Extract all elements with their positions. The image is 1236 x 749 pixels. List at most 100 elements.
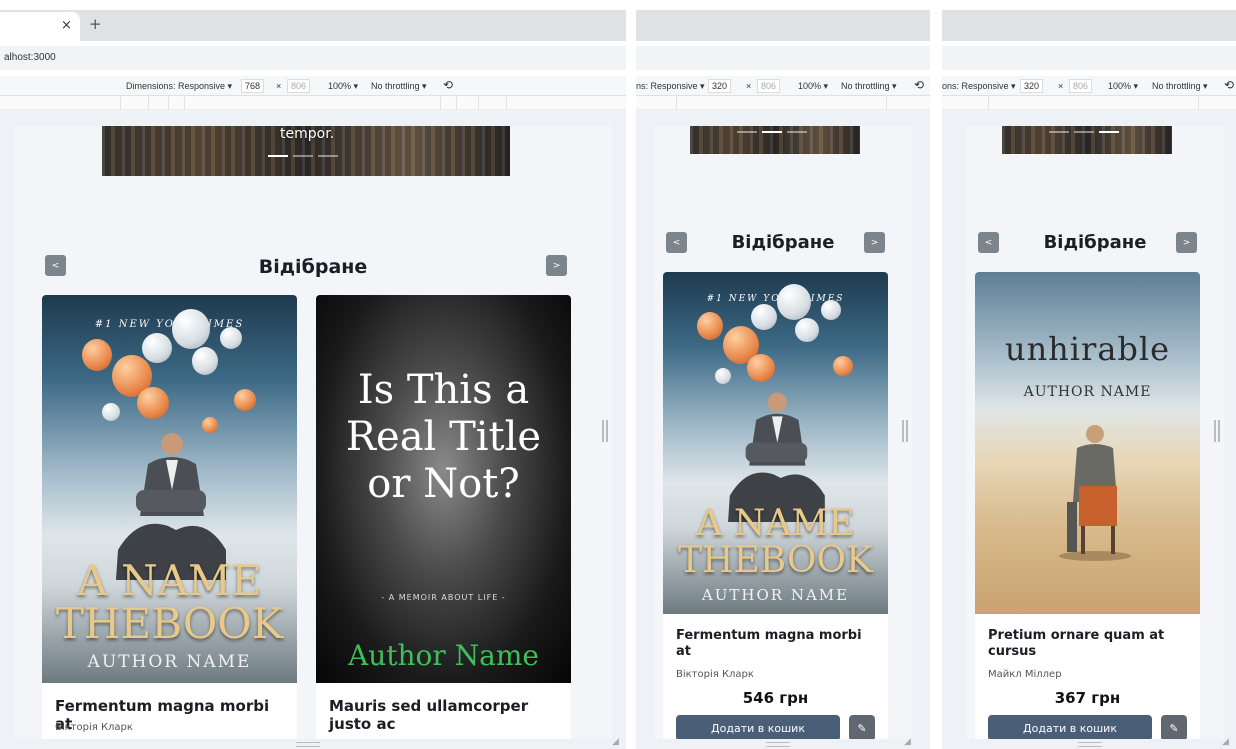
height-input[interactable]: 806	[757, 79, 781, 93]
book-card[interactable]: #1 NEW YORK TIMES A NAME THEBOOK AUTHOR …	[42, 295, 297, 739]
book-card[interactable]: Is This a Real Title or Not? - A MEMOIR …	[316, 295, 571, 739]
zoom-select[interactable]: 100% ▾	[328, 81, 358, 92]
carousel-dot[interactable]	[762, 131, 782, 133]
media-query-ruler	[942, 96, 1236, 110]
carousel-indicators[interactable]	[1049, 131, 1119, 133]
book-author: Вікторія Кларк	[676, 669, 754, 680]
resize-handle-bottom[interactable]	[1078, 742, 1102, 747]
dimensions-select[interactable]: Dimensions: Responsive ▾	[126, 81, 232, 92]
book-cover-image[interactable]: unhirable AUTHOR NAME	[975, 272, 1200, 614]
carousel-dot[interactable]	[1049, 131, 1069, 133]
book-title[interactable]: Fermentum magna morbi at	[676, 628, 876, 659]
carousel-dot[interactable]	[1099, 131, 1119, 133]
page-viewport: < Відібране > unhirable AUTHOR NAME Pret…	[966, 126, 1224, 739]
rotate-icon[interactable]: ⟲	[914, 78, 924, 92]
resize-handle-right[interactable]	[602, 420, 608, 442]
dimension-separator: ×	[1058, 81, 1064, 91]
hero-carousel[interactable]: tempor.	[102, 126, 510, 176]
page-viewport: < Відібране > #1 NEW YORK TIMES A NAME T…	[654, 126, 912, 739]
book-title[interactable]: Mauris sed ullamcorper justo ac	[329, 697, 564, 733]
height-input[interactable]: 806	[287, 79, 311, 93]
cover-author: AUTHOR NAME	[87, 652, 252, 672]
book-card[interactable]: #1 NEW YORK TIMES A NAME THEBOOK AUTHOR …	[663, 272, 888, 739]
tab-bar: × +	[0, 10, 626, 41]
resize-corner-icon[interactable]: ◢	[904, 737, 914, 747]
rotate-icon[interactable]: ⟲	[1224, 78, 1234, 92]
carousel-dot[interactable]	[293, 155, 313, 157]
book-cover-image[interactable]: #1 NEW YORK TIMES A NAME THEBOOK AUTHOR …	[663, 272, 888, 614]
resize-handle-bottom[interactable]	[296, 742, 320, 747]
carousel-dot[interactable]	[737, 131, 757, 133]
carousel-dot[interactable]	[787, 131, 807, 133]
add-to-cart-button[interactable]: Додати в кошик	[988, 715, 1152, 739]
resize-corner-icon[interactable]: ◢	[612, 737, 622, 747]
resize-handle-right[interactable]	[1214, 420, 1220, 442]
cover-title: A NAME	[77, 556, 262, 605]
add-to-cart-button[interactable]: Додати в кошик	[676, 715, 840, 739]
cover-title: Is This a Real Title or Not?	[345, 367, 542, 508]
cover-subtitle: - A MEMOIR ABOUT LIFE -	[381, 593, 506, 602]
dimensions-select[interactable]: ns: Responsive ▾	[636, 81, 705, 92]
address-bar[interactable]	[942, 46, 1236, 70]
browser-panel-768: × + alhost:3000 Dimensions: Responsive ▾…	[0, 0, 626, 749]
book-card[interactable]: unhirable AUTHOR NAME Pretium ornare qua…	[975, 272, 1200, 739]
cover-author: Author Name	[348, 639, 539, 672]
dimension-separator: ×	[276, 81, 282, 91]
carousel-dot[interactable]	[268, 155, 288, 157]
book-cover-image[interactable]: #1 NEW YORK TIMES A NAME THEBOOK AUTHOR …	[42, 295, 297, 683]
url-text: alhost:3000	[4, 52, 56, 63]
browser-tab[interactable]: ×	[0, 12, 80, 41]
zoom-select[interactable]: 100% ▾	[798, 81, 828, 92]
media-query-ruler	[0, 96, 626, 110]
cover-title: THEBOOK	[678, 540, 873, 581]
resize-corner-icon[interactable]: ◢	[1222, 737, 1232, 747]
cover-author: AUTHOR NAME	[1023, 384, 1152, 400]
resize-handle-bottom[interactable]	[766, 742, 790, 747]
address-bar[interactable]: alhost:3000	[0, 46, 626, 70]
throttle-select[interactable]: No throttling ▾	[1152, 81, 1208, 92]
edit-button[interactable]: ✎	[849, 715, 875, 739]
rotate-icon[interactable]: ⟲	[443, 78, 453, 92]
throttle-select[interactable]: No throttling ▾	[841, 81, 897, 92]
book-author: Майкл Міллер	[988, 669, 1062, 680]
hero-carousel[interactable]	[690, 126, 860, 154]
device-toolbar: ns: Responsive ▾ 320 × 806 100% ▾ No thr…	[636, 76, 930, 96]
device-toolbar: Dimensions: Responsive ▾ 768 × 806 100% …	[0, 76, 626, 96]
width-input[interactable]: 320	[1020, 79, 1044, 93]
new-tab-icon[interactable]: +	[89, 15, 102, 33]
hero-carousel[interactable]	[1002, 126, 1172, 154]
book-cover-image[interactable]: Is This a Real Title or Not? - A MEMOIR …	[316, 295, 571, 683]
pencil-icon: ✎	[1169, 721, 1179, 735]
carousel-indicators[interactable]	[737, 131, 807, 133]
address-bar[interactable]	[636, 46, 930, 70]
cover-badge: #1 NEW YORK TIMES	[706, 294, 845, 304]
width-input[interactable]: 768	[241, 79, 265, 93]
browser-panel-320: ns: Responsive ▾ 320 × 806 100% ▾ No thr…	[636, 0, 930, 749]
carousel-dot[interactable]	[318, 155, 338, 157]
next-arrow-button[interactable]: >	[546, 255, 567, 276]
cover-title: THEBOOK	[55, 599, 284, 648]
carousel-dot[interactable]	[1074, 131, 1094, 133]
dimensions-select[interactable]: ons: Responsive ▾	[942, 81, 1016, 92]
section-title: Відібране	[258, 256, 368, 278]
carousel-indicators[interactable]	[268, 155, 338, 157]
media-query-ruler	[636, 96, 930, 110]
book-author: Вікторія Кларк	[55, 722, 133, 733]
next-arrow-button[interactable]: >	[864, 232, 885, 253]
device-toolbar: ons: Responsive ▾ 320 × 806 100% ▾ No th…	[942, 76, 1236, 96]
book-title[interactable]: Pretium ornare quam at cursus	[988, 628, 1188, 659]
width-input[interactable]: 320	[708, 79, 732, 93]
book-price: 367 грн	[1054, 689, 1121, 707]
next-arrow-button[interactable]: >	[1176, 232, 1197, 253]
resize-handle-right[interactable]	[902, 420, 908, 442]
throttle-select[interactable]: No throttling ▾	[371, 81, 427, 92]
zoom-select[interactable]: 100% ▾	[1108, 81, 1138, 92]
pencil-icon: ✎	[857, 721, 867, 735]
edit-button[interactable]: ✎	[1161, 715, 1187, 739]
height-input[interactable]: 806	[1069, 79, 1093, 93]
browser-panel-320-b: ons: Responsive ▾ 320 × 806 100% ▾ No th…	[942, 0, 1236, 749]
page-viewport: tempor. < Відібране > #1 NEW YORK TIMES	[14, 126, 612, 739]
tab-close-icon[interactable]: ×	[61, 18, 72, 33]
cover-badge: #1 NEW YORK TIMES	[94, 319, 245, 330]
dimension-separator: ×	[746, 81, 752, 91]
